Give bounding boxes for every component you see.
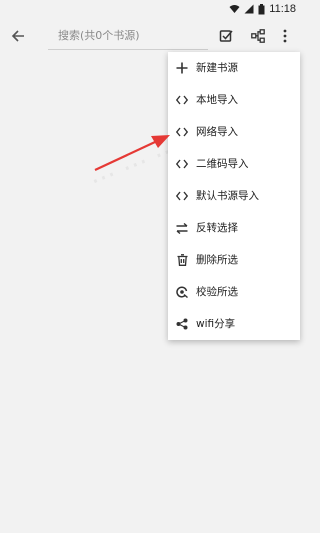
menu-item-network-import[interactable]: 网络导入 — [168, 116, 300, 148]
menu-item-qrcode-import[interactable]: 二维码导入 — [168, 148, 300, 180]
status-icons: 11:18 — [229, 2, 296, 16]
search-box[interactable] — [48, 22, 208, 50]
code-brackets-icon — [175, 125, 189, 139]
battery-icon — [258, 3, 265, 14]
wifi-icon — [229, 5, 240, 13]
menu-item-label: 网络导入 — [196, 126, 238, 138]
menu-item-label: 反转选择 — [196, 222, 238, 234]
hierarchy-icon — [251, 29, 265, 43]
status-time: 11:18 — [269, 3, 296, 15]
menu-item-new-source[interactable]: 新建书源 — [168, 52, 300, 84]
menu-item-label: wifi分享 — [196, 318, 236, 330]
menu-item-label: 默认书源导入 — [196, 190, 259, 202]
menu-item-delete-selected[interactable]: 删除所选 — [168, 244, 300, 276]
more-vertical-icon — [283, 29, 287, 43]
menu-item-default-import[interactable]: 默认书源导入 — [168, 180, 300, 212]
select-all-button[interactable] — [214, 24, 238, 48]
group-button[interactable] — [246, 24, 270, 48]
code-brackets-icon — [175, 93, 189, 107]
menu-item-label: 新建书源 — [196, 62, 238, 74]
menu-item-label: 校验所选 — [196, 286, 238, 298]
menu-item-label: 二维码导入 — [196, 158, 249, 170]
overflow-menu: 新建书源 本地导入 网络导入 二维码导入 默认书源导入 反转选择 删除所选 校验… — [168, 52, 300, 340]
code-brackets-icon — [175, 157, 189, 171]
status-bar: 11:18 — [0, 0, 300, 18]
swap-arrows-icon — [175, 221, 189, 235]
verify-icon — [175, 285, 189, 299]
more-options-button[interactable] — [273, 24, 297, 48]
share-icon — [175, 317, 189, 331]
back-arrow-icon — [11, 30, 24, 42]
menu-item-invert-selection[interactable]: 反转选择 — [168, 212, 300, 244]
menu-item-wifi-share[interactable]: wifi分享 — [168, 308, 300, 340]
plus-icon — [175, 61, 189, 75]
menu-item-local-import[interactable]: 本地导入 — [168, 84, 300, 116]
trash-icon — [175, 253, 189, 267]
menu-item-verify-selected[interactable]: 校验所选 — [168, 276, 300, 308]
toolbar — [0, 18, 300, 54]
menu-item-label: 本地导入 — [196, 94, 238, 106]
signal-icon — [244, 4, 254, 14]
checkbox-icon — [219, 30, 233, 42]
back-button[interactable] — [6, 24, 30, 48]
search-input[interactable] — [48, 22, 208, 49]
menu-item-label: 删除所选 — [196, 254, 238, 266]
code-brackets-icon — [175, 189, 189, 203]
